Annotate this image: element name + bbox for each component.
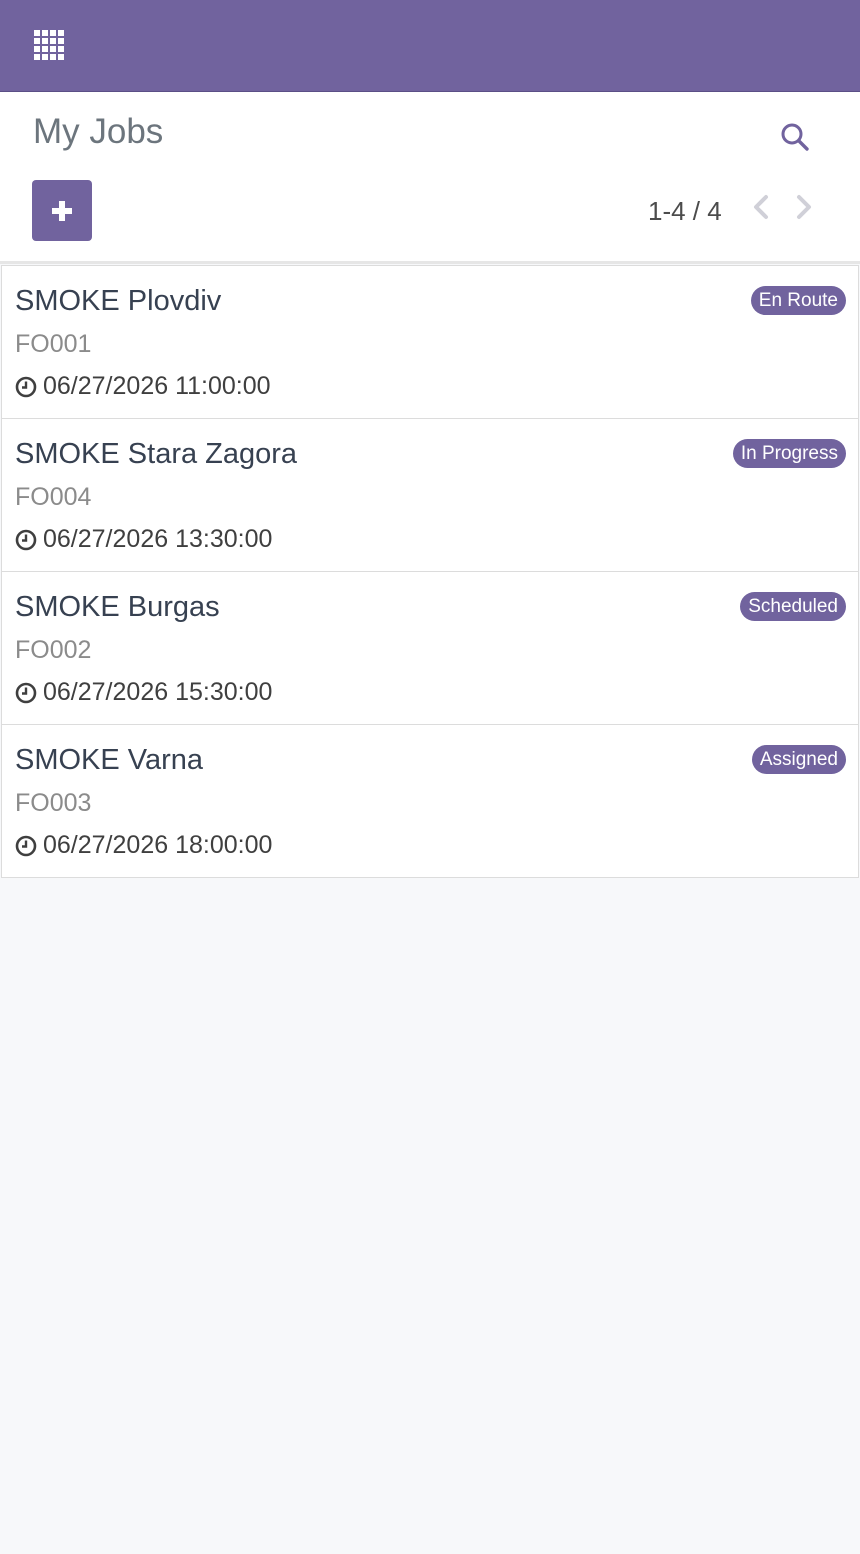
job-reference: FO004: [15, 483, 92, 511]
pager-previous-button[interactable]: [748, 192, 774, 222]
job-date: 06/27/2026 13:30:00: [43, 525, 273, 553]
clock-icon: [15, 376, 37, 397]
search-icon: [781, 123, 809, 151]
status-badge: Assigned: [751, 745, 846, 774]
job-list: SMOKE Plovdiv En Route FO001 06/27/2026 …: [1, 265, 859, 878]
pager-value[interactable]: 1-4 / 4: [648, 196, 722, 227]
job-date: 06/27/2026 11:00:00: [43, 372, 271, 400]
chevron-left-icon: [754, 195, 768, 219]
job-date-row: 06/27/2026 18:00:00: [15, 831, 272, 860]
status-badge: En Route: [750, 286, 846, 315]
job-card[interactable]: SMOKE Burgas Scheduled FO002 06/27/2026 …: [1, 572, 859, 725]
job-card[interactable]: SMOKE Varna Assigned FO003 06/27/2026 18…: [1, 725, 859, 878]
status-badge: Scheduled: [740, 592, 846, 621]
create-button[interactable]: [32, 180, 92, 241]
job-card[interactable]: SMOKE Stara Zagora In Progress FO004 06/…: [1, 419, 859, 572]
clock-icon: [15, 835, 37, 856]
job-date: 06/27/2026 18:00:00: [43, 831, 273, 859]
job-reference: FO002: [15, 636, 92, 664]
job-title: SMOKE Varna: [15, 744, 204, 776]
job-card[interactable]: SMOKE Plovdiv En Route FO001 06/27/2026 …: [1, 265, 859, 419]
plus-icon: [52, 200, 72, 221]
pager-next-button[interactable]: [791, 192, 817, 222]
job-date: 06/27/2026 15:30:00: [43, 678, 273, 706]
page-title: My Jobs: [33, 112, 164, 151]
job-reference: FO001: [15, 330, 92, 358]
top-navbar: [0, 0, 860, 92]
search-button[interactable]: [778, 120, 812, 154]
clock-icon: [15, 682, 37, 703]
job-date-row: 06/27/2026 15:30:00: [15, 678, 272, 707]
apps-grid-icon[interactable]: [34, 30, 64, 60]
job-reference: FO003: [15, 789, 92, 817]
chevron-right-icon: [797, 195, 811, 219]
job-date-row: 06/27/2026 11:00:00: [15, 372, 271, 401]
job-title: SMOKE Plovdiv: [15, 285, 222, 317]
job-date-row: 06/27/2026 13:30:00: [15, 525, 272, 554]
job-title: SMOKE Burgas: [15, 591, 220, 623]
clock-icon: [15, 529, 37, 550]
status-badge: In Progress: [732, 439, 846, 468]
job-title: SMOKE Stara Zagora: [15, 438, 298, 470]
